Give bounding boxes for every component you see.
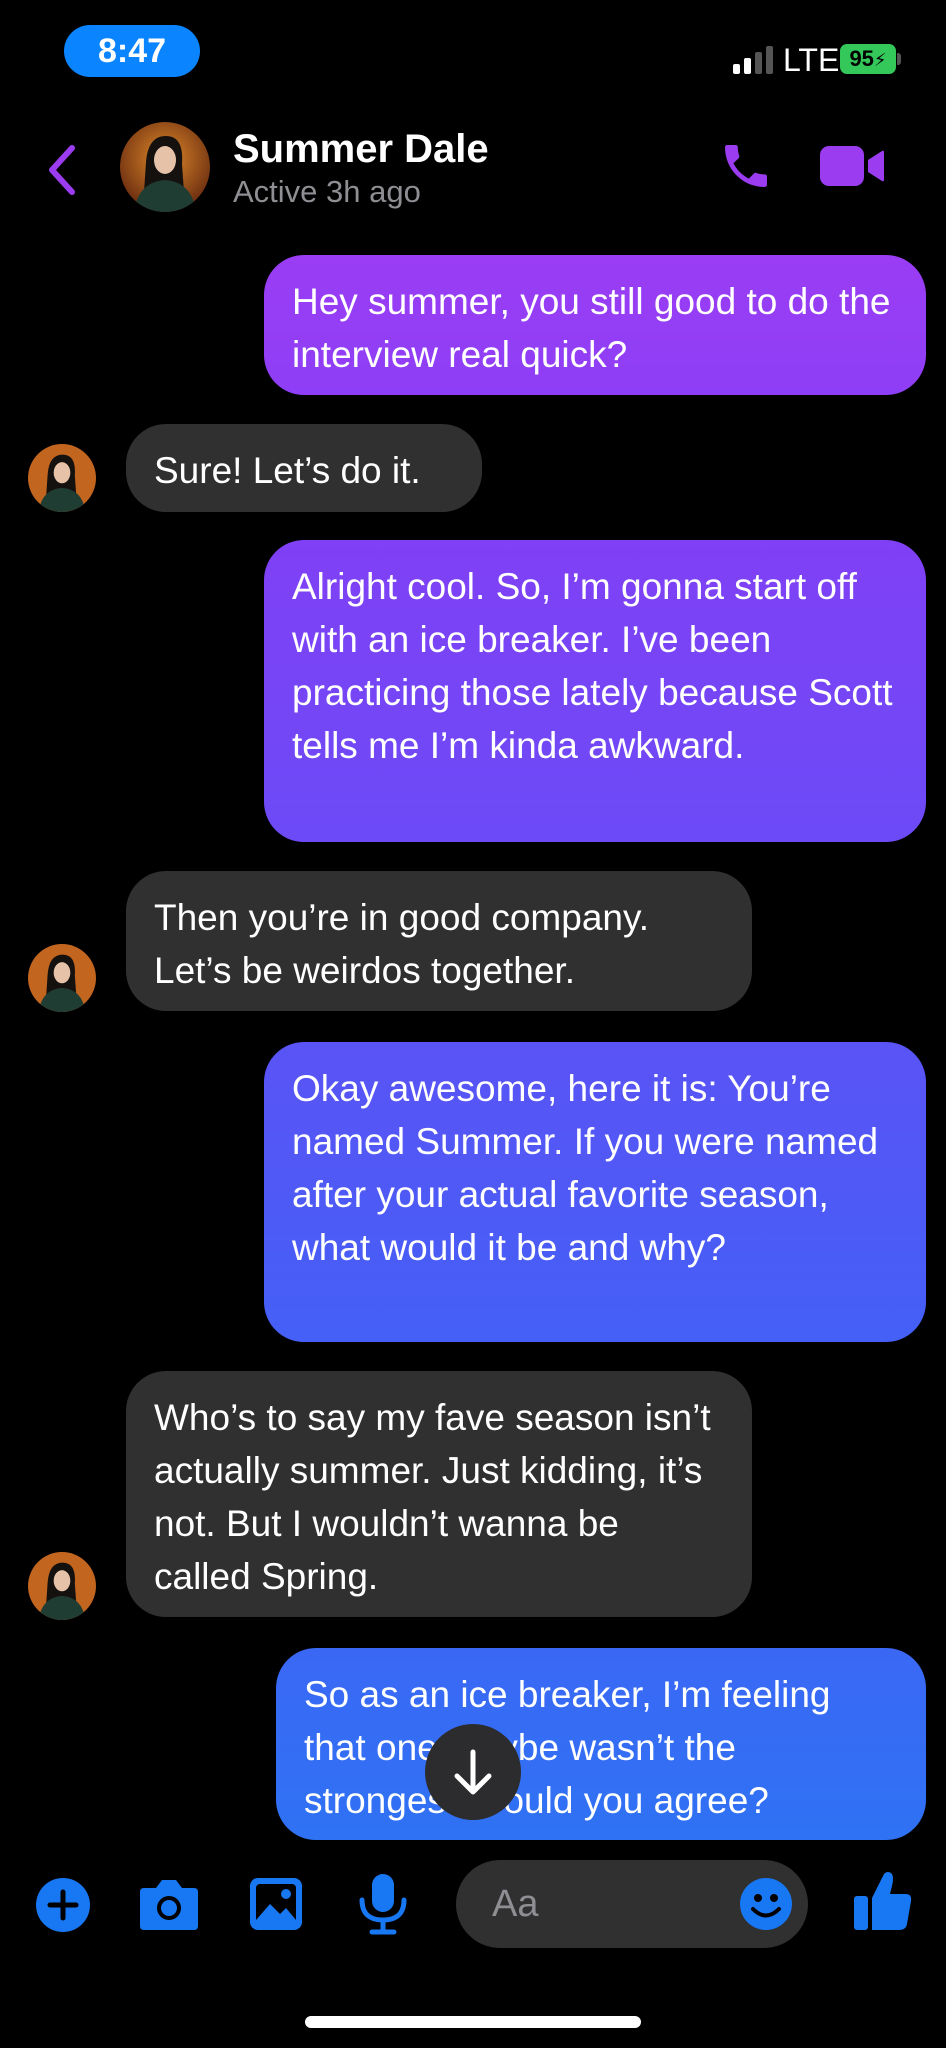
message-bubble-incoming[interactable]: Then you’re in good company. Let’s be we… — [126, 871, 752, 1011]
message-composer — [0, 1850, 946, 1960]
emoji-button[interactable] — [738, 1876, 794, 1932]
battery-level: 95 — [849, 46, 874, 71]
like-button[interactable] — [852, 1868, 914, 1939]
status-bar: 8:47 LTE 95⚡ — [0, 0, 946, 100]
chat-header: Summer Dale Active 3h ago — [0, 110, 946, 230]
microphone-icon — [359, 1874, 407, 1935]
message-input[interactable] — [492, 1860, 712, 1948]
battery-icon: 95⚡ — [840, 44, 896, 74]
contact-active-status: Active 3h ago — [233, 174, 421, 209]
message-bubble-outgoing[interactable]: Okay awesome, here it is: You’re named S… — [264, 1042, 926, 1342]
home-indicator — [305, 2016, 641, 2028]
phone-icon — [725, 145, 767, 187]
gallery-button[interactable] — [248, 1876, 304, 1937]
battery-nub — [897, 53, 901, 65]
emoji-icon — [740, 1878, 792, 1930]
message-bubble-outgoing[interactable]: Hey summer, you still good to do the int… — [264, 255, 926, 395]
scroll-to-bottom-button[interactable] — [425, 1724, 521, 1820]
back-chevron-icon — [49, 145, 75, 195]
image-icon — [250, 1878, 302, 1930]
signal-icon — [733, 44, 773, 74]
message-avatar — [28, 944, 96, 1012]
message-bubble-incoming[interactable]: Who’s to say my fave season isn’t actual… — [126, 1371, 752, 1617]
more-actions-button[interactable] — [34, 1876, 92, 1939]
camera-icon — [140, 1880, 198, 1930]
voice-message-button[interactable] — [356, 1872, 410, 1941]
message-avatar — [28, 444, 96, 512]
plus-icon — [36, 1878, 90, 1932]
message-bubble-incoming[interactable]: Sure! Let’s do it. — [126, 424, 482, 512]
contact-name[interactable]: Summer Dale — [233, 127, 489, 172]
audio-call-button[interactable] — [718, 138, 774, 194]
message-bubble-outgoing[interactable]: Alright cool. So, I’m gonna start off wi… — [264, 540, 926, 842]
status-time: 8:47 — [64, 25, 200, 77]
thumbs-up-icon — [854, 1872, 912, 1930]
chevron-down-arrow-icon — [454, 1749, 492, 1795]
contact-avatar[interactable] — [120, 122, 210, 212]
message-avatar — [28, 1552, 96, 1620]
message-input-field[interactable] — [456, 1860, 808, 1948]
video-camera-icon — [820, 146, 884, 186]
message-bubble-outgoing[interactable]: So as an ice breaker, I’m feeling that o… — [276, 1648, 926, 1840]
video-call-button[interactable] — [818, 142, 886, 190]
back-button[interactable] — [40, 140, 84, 200]
network-label: LTE — [783, 42, 840, 78]
camera-button[interactable] — [138, 1874, 200, 1939]
